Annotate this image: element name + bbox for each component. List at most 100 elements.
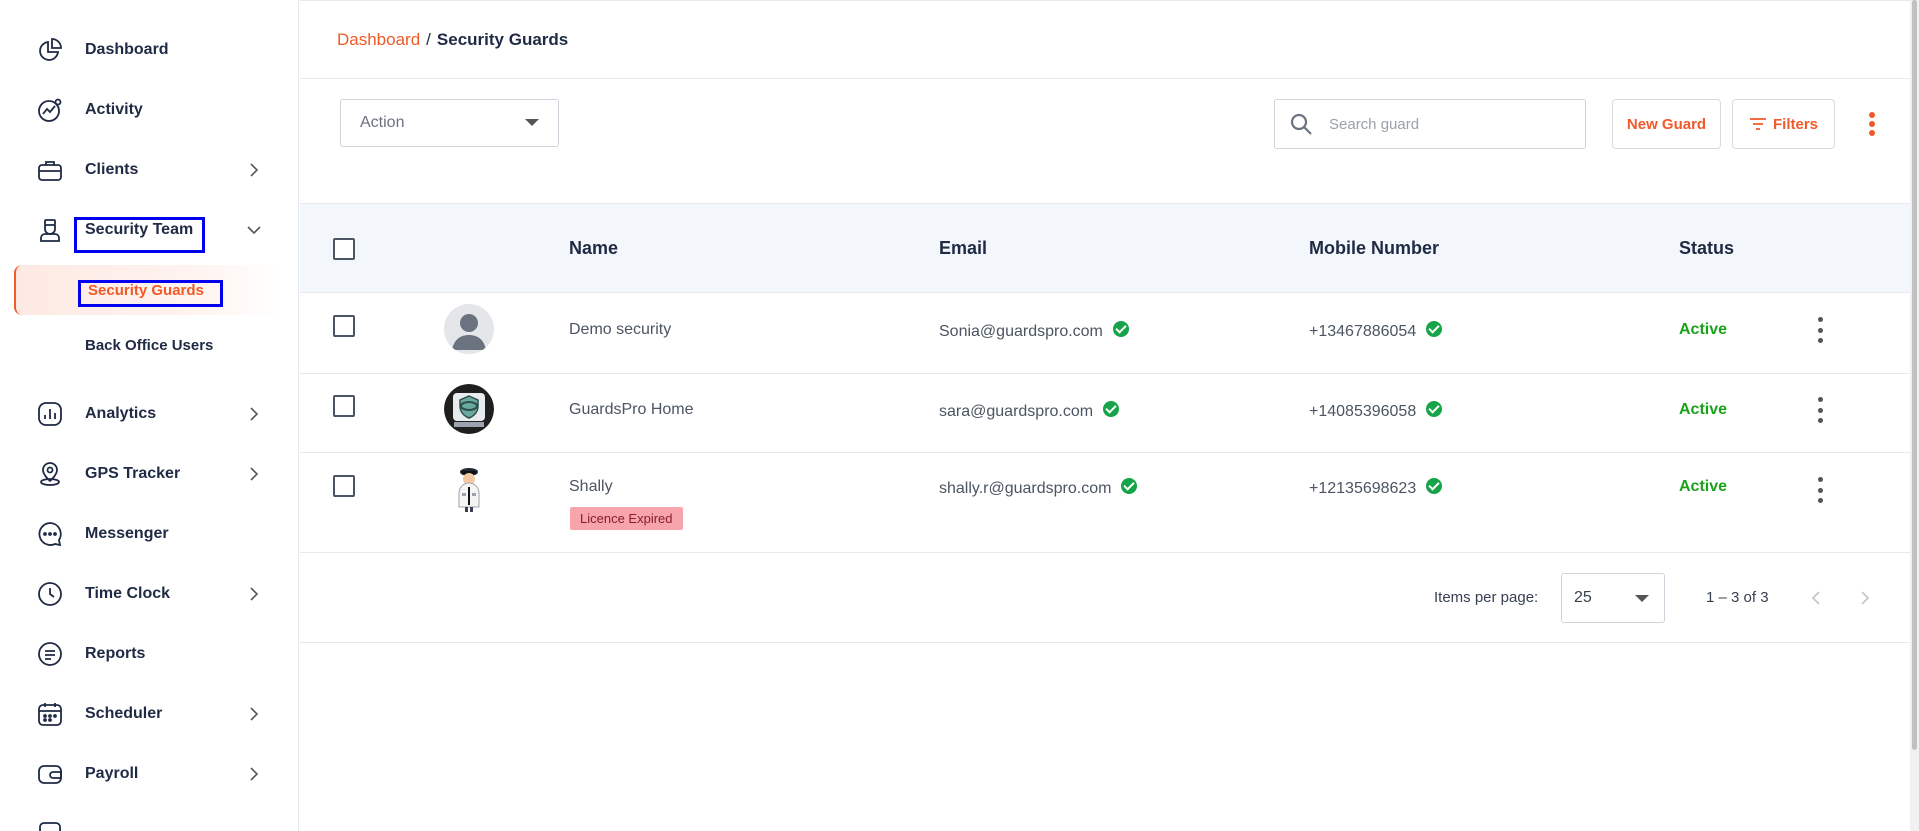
select-all-checkbox[interactable] xyxy=(333,238,355,260)
verified-icon xyxy=(1426,400,1443,417)
verified-icon xyxy=(1121,477,1138,494)
avatar xyxy=(444,304,494,354)
sidebar-subitem-security-guards[interactable]: Security Guards xyxy=(14,265,280,315)
more-options-icon[interactable] xyxy=(1865,108,1879,140)
payroll-icon xyxy=(36,760,64,788)
sidebar-item-label: Messenger xyxy=(85,525,169,542)
chevron-down-icon xyxy=(245,221,263,239)
filter-icon xyxy=(1749,117,1767,131)
sidebar-item-scheduler[interactable]: Scheduler xyxy=(0,686,299,742)
sidebar-item-label: Analytics xyxy=(85,405,157,422)
sidebar-item-time-clock[interactable]: Time Clock xyxy=(0,566,299,622)
scrollbar-thumb[interactable] xyxy=(1912,0,1917,750)
caret-down-icon xyxy=(1635,595,1649,602)
avatar xyxy=(444,384,494,434)
row-more-options-icon[interactable] xyxy=(1814,317,1826,343)
table-row[interactable]: Shally Licence Expired shally.r@guardspr… xyxy=(300,453,1910,553)
security-team-icon xyxy=(36,216,64,244)
verified-icon xyxy=(1112,320,1129,337)
sidebar-item-gps-tracker[interactable]: GPS Tracker xyxy=(0,446,299,502)
action-dropdown-label: Action xyxy=(360,114,405,131)
chevron-right-icon xyxy=(245,465,263,483)
gps-tracker-icon xyxy=(36,460,64,488)
licence-expired-badge: Licence Expired xyxy=(570,507,683,530)
sidebar-item-partial[interactable] xyxy=(0,806,299,831)
search-icon xyxy=(1289,112,1313,136)
page-range-label: 1 – 3 of 3 xyxy=(1706,589,1769,606)
scheduler-icon xyxy=(36,700,64,728)
guard-name: GuardsPro Home xyxy=(569,401,694,418)
row-more-options-icon[interactable] xyxy=(1814,397,1826,423)
guard-mobile-cell: +13467886054 xyxy=(1309,320,1443,341)
chevron-right-icon xyxy=(245,585,263,603)
chevron-right-icon xyxy=(245,705,263,723)
action-dropdown[interactable]: Action xyxy=(340,99,559,147)
chevron-right-icon xyxy=(245,765,263,783)
guard-email-cell: sara@guardspro.com xyxy=(939,400,1120,421)
row-more-options-icon[interactable] xyxy=(1814,477,1826,503)
sidebar-item-dashboard[interactable]: Dashboard xyxy=(0,22,299,78)
chevron-right-icon xyxy=(245,405,263,423)
previous-page-icon[interactable] xyxy=(1806,588,1826,608)
sidebar-item-clients[interactable]: Clients xyxy=(0,142,299,198)
chevron-right-icon xyxy=(245,161,263,179)
table-row[interactable]: Demo security Sonia@guardspro.com +13467… xyxy=(300,294,1910,374)
verified-icon xyxy=(1103,400,1120,417)
row-checkbox[interactable] xyxy=(333,395,355,417)
sidebar-item-label: Dashboard xyxy=(85,41,169,58)
table-header: Name Email Mobile Number Status xyxy=(300,204,1910,293)
sidebar-item-label: Clients xyxy=(85,161,139,178)
guard-email-cell: shally.r@guardspro.com xyxy=(939,477,1138,498)
search-box xyxy=(1274,99,1586,149)
breadcrumb-link-dashboard[interactable]: Dashboard xyxy=(337,30,420,49)
sidebar-item-activity[interactable]: Activity xyxy=(0,82,299,138)
search-input[interactable] xyxy=(1329,112,1569,136)
guard-email: sara@guardspro.com xyxy=(939,403,1094,420)
sidebar-subitem-back-office-users[interactable]: Back Office Users xyxy=(14,320,280,370)
status-badge: Active xyxy=(1679,478,1728,495)
reports-icon xyxy=(36,640,64,668)
sidebar-subitem-label: Security Guards xyxy=(88,281,204,299)
sidebar-item-messenger[interactable]: Messenger xyxy=(0,506,299,562)
caret-down-icon xyxy=(525,119,539,126)
sidebar-item-label: Activity xyxy=(85,101,143,118)
verified-icon xyxy=(1426,477,1443,494)
sidebar-item-label: Scheduler xyxy=(85,705,163,722)
analytics-icon xyxy=(36,400,64,428)
guard-email: Sonia@guardspro.com xyxy=(939,323,1103,340)
filters-label: Filters xyxy=(1772,115,1818,133)
filters-button[interactable]: Filters xyxy=(1732,99,1835,149)
column-header-email[interactable]: Email xyxy=(939,238,987,259)
sidebar-item-payroll[interactable]: Payroll xyxy=(0,746,299,802)
column-header-status[interactable]: Status xyxy=(1679,238,1734,259)
column-header-mobile[interactable]: Mobile Number xyxy=(1309,238,1439,259)
sidebar-item-label: Time Clock xyxy=(85,585,171,602)
vertical-scrollbar[interactable] xyxy=(1910,0,1919,831)
clients-icon xyxy=(36,156,64,184)
sidebar-item-analytics[interactable]: Analytics xyxy=(0,386,299,442)
breadcrumb-separator: / xyxy=(426,30,431,49)
sidebar-item-security-team[interactable]: Security Team xyxy=(0,202,299,258)
divider xyxy=(300,0,1910,1)
sidebar-subitem-label: Back Office Users xyxy=(85,336,214,354)
column-header-name[interactable]: Name xyxy=(569,238,618,259)
partial-icon xyxy=(36,820,64,831)
sidebar-item-reports[interactable]: Reports xyxy=(0,626,299,682)
guard-email-cell: Sonia@guardspro.com xyxy=(939,320,1129,341)
sidebar-item-label: Security Team xyxy=(85,221,194,238)
breadcrumb-current: Security Guards xyxy=(436,30,569,49)
items-per-page-select[interactable]: 25 xyxy=(1561,573,1665,623)
activity-icon xyxy=(36,96,64,124)
next-page-icon[interactable] xyxy=(1855,588,1875,608)
status-badge: Active xyxy=(1679,321,1728,338)
table-row[interactable]: GuardsPro Home sara@guardspro.com +14085… xyxy=(300,374,1910,453)
row-checkbox[interactable] xyxy=(333,475,355,497)
dashboard-icon xyxy=(36,36,64,64)
row-checkbox[interactable] xyxy=(333,315,355,337)
time-clock-icon xyxy=(36,580,64,608)
guard-name: Demo security xyxy=(569,321,672,338)
paginator: Items per page: 25 1 – 3 of 3 xyxy=(300,553,1910,643)
new-guard-button[interactable]: New Guard xyxy=(1612,99,1721,149)
avatar xyxy=(444,463,494,513)
verified-icon xyxy=(1426,320,1443,337)
